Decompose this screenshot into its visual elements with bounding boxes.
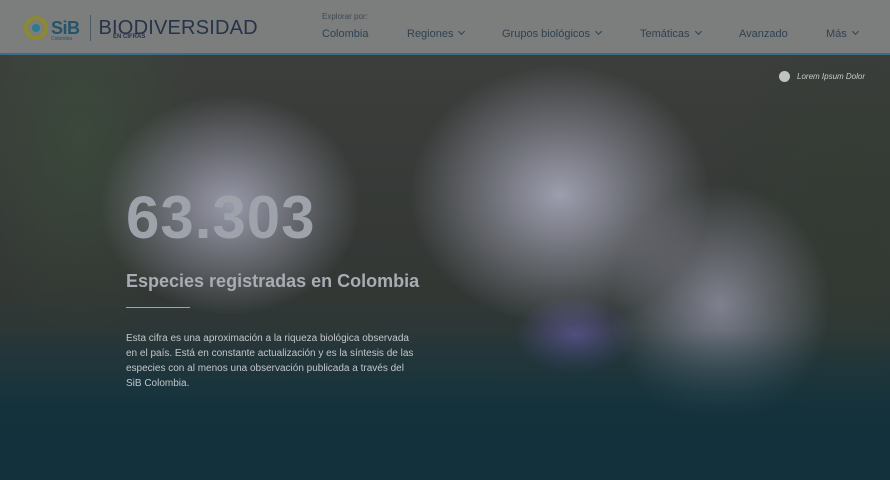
sib-logo-icon — [24, 16, 48, 40]
explore-label: Explorar por: — [322, 12, 368, 21]
nav-item-grupos-biologicos[interactable]: Grupos biológicos — [502, 27, 603, 40]
logo-sib-text: SiB — [51, 18, 80, 38]
logo-divider — [89, 15, 91, 41]
logo-sib-subtext: Colombia — [51, 36, 73, 42]
hero-section: Lorem Ipsum Dolor 63.303 Especies regist… — [0, 55, 890, 480]
nav-label: Grupos biológicos — [502, 28, 591, 40]
nav-item-mas[interactable]: Más — [826, 27, 859, 40]
nav-label: Regiones — [407, 28, 454, 40]
species-count: 63.303 — [126, 184, 316, 251]
site-header: SiB Colombia BIODIVERSIDAD EN CIFRAS Exp… — [0, 0, 890, 55]
nav-item-avanzado[interactable]: Avanzado — [739, 28, 788, 40]
nav-label: Temáticas — [640, 28, 690, 40]
nav-item-colombia[interactable]: Colombia — [322, 28, 368, 40]
hero-subtitle: Especies registradas en Colombia — [126, 271, 420, 291]
photo-caption: Lorem Ipsum Dolor — [797, 72, 866, 81]
nav-item-regiones[interactable]: Regiones — [407, 27, 466, 40]
logo-subtitle: EN CIFRAS — [113, 34, 146, 40]
chevron-down-icon — [458, 27, 466, 36]
photo-info-icon — [779, 71, 790, 82]
photo-caption-toggle[interactable]: Lorem Ipsum Dolor — [779, 71, 865, 82]
nav-label: Avanzado — [739, 28, 788, 40]
nav-item-tematicas[interactable]: Temáticas — [640, 27, 702, 40]
hero-description: Esta cifra es una aproximación a la riqu… — [126, 333, 414, 389]
chevron-down-icon — [694, 27, 702, 36]
site-logo[interactable]: SiB Colombia BIODIVERSIDAD EN CIFRAS — [24, 12, 258, 44]
chevron-down-icon — [851, 27, 859, 36]
hero-divider — [126, 307, 190, 308]
nav-label: Más — [826, 28, 847, 40]
nav-label: Colombia — [322, 28, 369, 40]
chevron-down-icon — [595, 27, 603, 36]
